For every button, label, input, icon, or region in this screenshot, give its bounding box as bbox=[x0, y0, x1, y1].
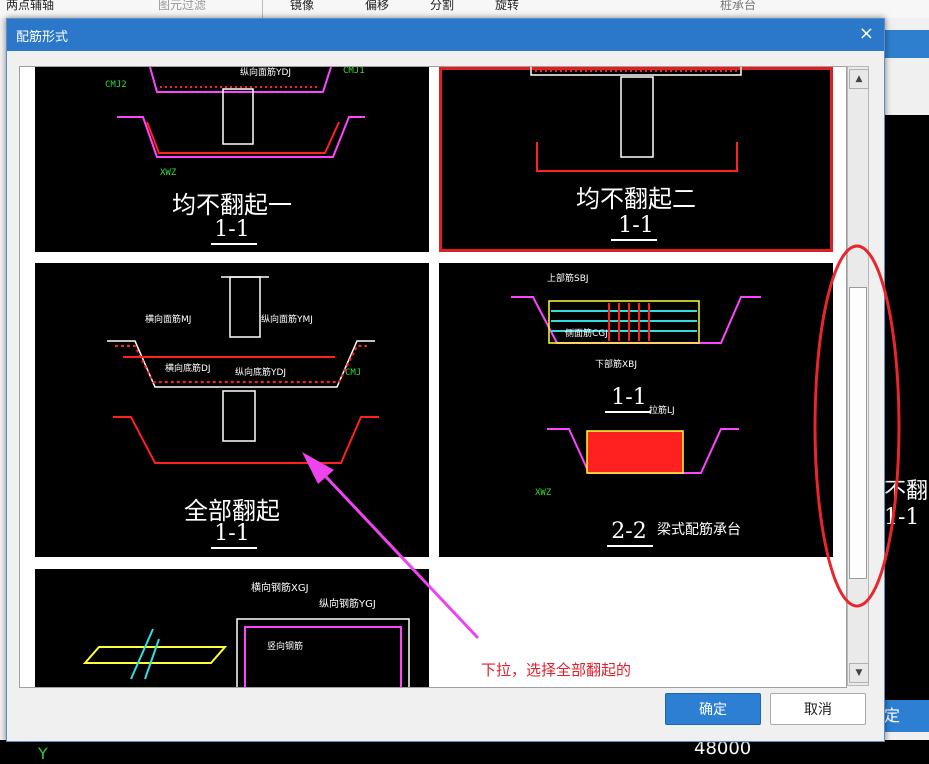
svg-text:横向底筋DJ: 横向底筋DJ bbox=[165, 362, 211, 374]
svg-text:XWZ: XWZ bbox=[160, 168, 177, 178]
rebar-form-dialog: 配筋形式 × CMJ2 纵向面筋YDJ CMJ1 XWZ 均不翻起一 1-1 均… bbox=[6, 18, 885, 742]
svg-text:横向面筋MJ: 横向面筋MJ bbox=[145, 313, 191, 325]
confirm-button[interactable]: 确定 bbox=[665, 693, 761, 725]
svg-text:纵向底筋YDJ: 纵向底筋YDJ bbox=[235, 366, 286, 378]
option-beam-type-pile-cap[interactable]: 上部筋SBJ 侧面筋CGJ 下部筋XBJ 拉筋LJ XWZ 1-1 2-2 梁式… bbox=[439, 263, 833, 557]
close-icon[interactable]: × bbox=[859, 23, 874, 44]
element-filter-tool[interactable]: 图元过滤 bbox=[158, 0, 206, 13]
svg-text:CMJ1: CMJ1 bbox=[343, 67, 365, 76]
section-label: 1-1 bbox=[214, 217, 250, 242]
option-no-bend-one[interactable]: CMJ2 纵向面筋YDJ CMJ1 XWZ 均不翻起一 1-1 bbox=[35, 67, 429, 252]
svg-text:下部筋XBJ: 下部筋XBJ bbox=[595, 358, 637, 370]
background-right-header bbox=[882, 30, 929, 58]
background-preview-name: 不翻 bbox=[884, 479, 929, 504]
dialog-title: 配筋形式 bbox=[16, 30, 69, 45]
fifth-label-vertical: 竖向钢筋 bbox=[267, 640, 303, 652]
pile-cap-label: 桩承台 bbox=[720, 0, 757, 12]
section-label-2: 2-2 bbox=[611, 519, 647, 544]
option-name: 均不翻起一 bbox=[172, 191, 292, 219]
split-tool[interactable]: 分割 bbox=[430, 0, 454, 13]
toolbar-separator bbox=[262, 0, 263, 18]
svg-text:纵向面筋YDJ: 纵向面筋YDJ bbox=[240, 67, 291, 78]
fifth-label-xgj: 横向钢筋XGJ bbox=[251, 581, 309, 594]
option-partial-fifth[interactable]: 横向钢筋XGJ 纵向钢筋YGJ 竖向钢筋 bbox=[35, 569, 429, 687]
instruction-annotation: 下拉，选择全部翻起的 bbox=[481, 661, 632, 679]
dialog-titlebar[interactable]: 配筋形式 × bbox=[7, 19, 884, 51]
option-name: 均不翻起二 bbox=[576, 185, 696, 213]
cancel-button[interactable]: 取消 bbox=[770, 693, 866, 725]
section-label: 1-1 bbox=[618, 213, 654, 238]
offset-tool[interactable]: 偏移 bbox=[365, 0, 389, 13]
section-label-1: 1-1 bbox=[611, 385, 647, 410]
option-name: 梁式配筋承台 bbox=[657, 522, 741, 538]
rotate-tool[interactable]: 旋转 bbox=[495, 0, 519, 13]
background-preview-section: 1-1 bbox=[884, 505, 920, 530]
section-underline bbox=[211, 243, 257, 245]
gallery-scrollbar[interactable]: ▲ ▼ bbox=[847, 66, 869, 686]
background-toolbar: 两点辅轴 图元过滤 镜像 偏移 分割 旋转 桩承台 bbox=[0, 0, 929, 19]
svg-text:侧面筋CGJ: 侧面筋CGJ bbox=[565, 327, 608, 339]
section-underline bbox=[211, 547, 257, 549]
scroll-down-arrow-icon[interactable]: ▼ bbox=[849, 663, 869, 683]
section-underline bbox=[611, 239, 657, 241]
option-no-bend-two[interactable]: 均不翻起二 1-1 bbox=[439, 67, 833, 252]
scroll-thumb[interactable] bbox=[849, 287, 867, 579]
fifth-option-diagram: 横向钢筋XGJ 纵向钢筋YGJ 竖向钢筋 bbox=[82, 581, 410, 687]
mirror-tool[interactable]: 镜像 bbox=[290, 0, 314, 13]
two-point-axis-tool[interactable]: 两点辅轴 bbox=[6, 0, 54, 13]
background-preview: 不翻 1-1 bbox=[882, 115, 929, 700]
svg-text:上部筋SBJ: 上部筋SBJ bbox=[547, 272, 589, 284]
fifth-label-ygj: 纵向钢筋YGJ bbox=[319, 597, 376, 610]
svg-text:CMJ: CMJ bbox=[345, 368, 361, 378]
option-all-bend-up[interactable]: 横向面筋MJ 纵向面筋YMJ 横向底筋DJ 纵向底筋YDJ CMJ 全部翻起 1… bbox=[35, 263, 429, 557]
option-gallery: CMJ2 纵向面筋YDJ CMJ1 XWZ 均不翻起一 1-1 均不翻起二 1-… bbox=[19, 66, 847, 688]
svg-text:CMJ2: CMJ2 bbox=[105, 80, 127, 90]
svg-text:纵向面筋YMJ: 纵向面筋YMJ bbox=[261, 313, 313, 325]
beam-type-pile-cap-diagram: 上部筋SBJ 侧面筋CGJ 下部筋XBJ 拉筋LJ XWZ bbox=[511, 272, 761, 498]
section-underline bbox=[605, 411, 651, 413]
section-label: 1-1 bbox=[214, 521, 250, 546]
svg-text:XWZ: XWZ bbox=[535, 488, 552, 498]
background-drawing-canvas: Y 48000 bbox=[0, 738, 929, 764]
y-axis-label: Y bbox=[38, 744, 48, 763]
section-underline bbox=[607, 545, 653, 547]
scroll-up-arrow-icon[interactable]: ▲ bbox=[849, 69, 869, 89]
